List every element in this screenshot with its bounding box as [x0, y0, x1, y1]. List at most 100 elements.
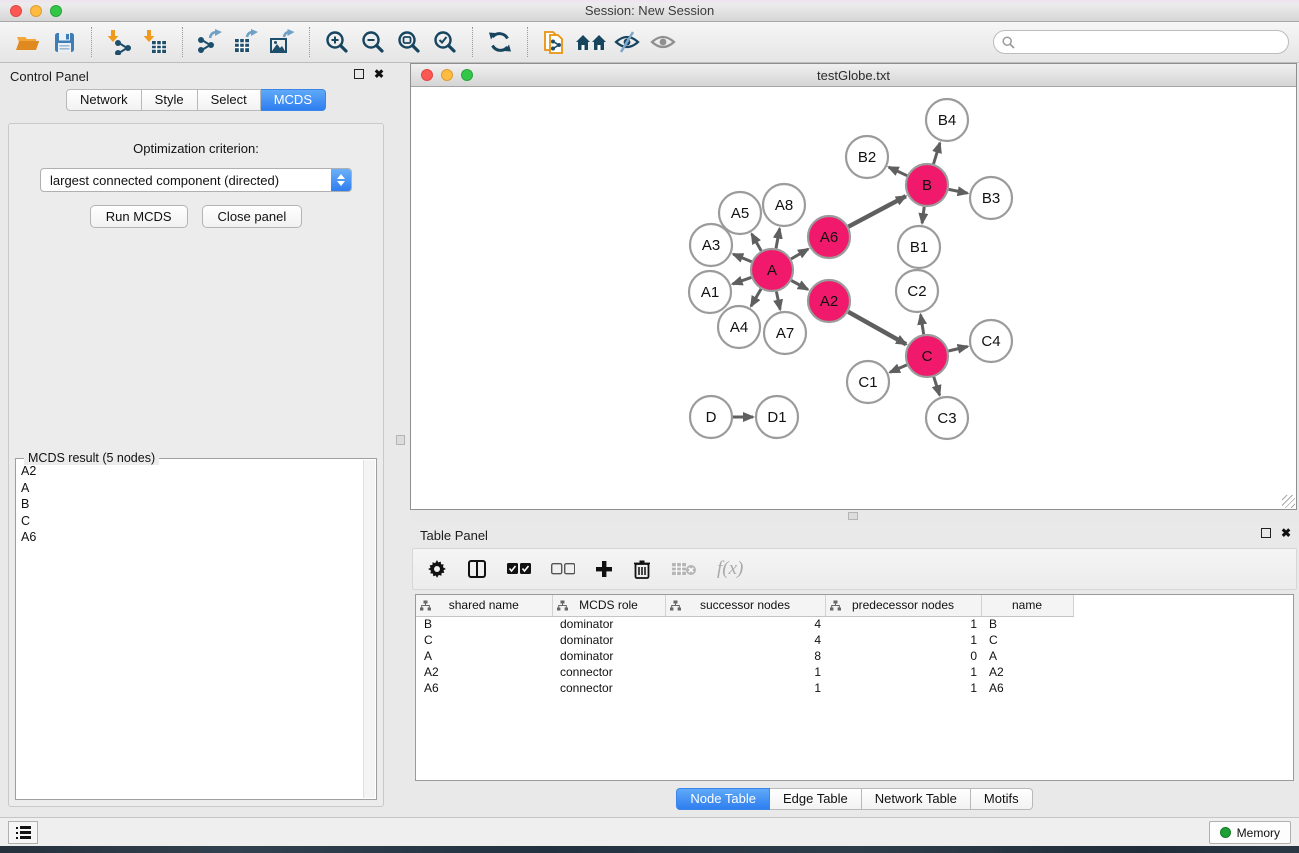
tab-network-table[interactable]: Network Table: [862, 788, 971, 810]
close-panel-icon[interactable]: ✖: [374, 69, 384, 79]
zoom-in-button[interactable]: [319, 26, 355, 58]
tab-style[interactable]: Style: [142, 89, 198, 111]
column-header-predecessor-nodes[interactable]: predecessor nodes: [825, 595, 981, 616]
table-cell[interactable]: C: [416, 632, 552, 648]
add-row-button[interactable]: [595, 554, 613, 584]
table-cell[interactable]: 1: [665, 680, 825, 696]
table-cell[interactable]: 8: [665, 648, 825, 664]
column-header-shared-name[interactable]: shared name: [416, 595, 552, 616]
graph-edge-C-C2[interactable]: [921, 315, 924, 335]
network-canvas[interactable]: A5A8A3A1A4A7AA6A2B2B4B3B1BC2C4C1C3CDD1: [411, 87, 1296, 509]
export-image-button[interactable]: [264, 26, 300, 58]
deselect-all-button[interactable]: [551, 554, 575, 584]
table-row[interactable]: Bdominator41B: [416, 616, 1073, 632]
result-item[interactable]: A: [21, 480, 363, 497]
window-resize-grip[interactable]: [1282, 495, 1295, 508]
graph-edge-A2-C[interactable]: [848, 312, 906, 345]
close-panel-button[interactable]: Close panel: [202, 205, 303, 228]
table-cell[interactable]: A2: [981, 664, 1073, 680]
tab-node-table[interactable]: Node Table: [676, 788, 770, 810]
function-builder-button[interactable]: f(x): [717, 554, 743, 584]
mcds-result-list[interactable]: A2ABCA6: [17, 463, 363, 798]
table-cell[interactable]: C: [981, 632, 1073, 648]
save-session-button[interactable]: [46, 26, 82, 58]
table-cell[interactable]: 4: [665, 616, 825, 632]
zoom-selected-button[interactable]: [427, 26, 463, 58]
table-row[interactable]: Cdominator41C: [416, 632, 1073, 648]
table-cell[interactable]: A6: [981, 680, 1073, 696]
table-cell[interactable]: 1: [825, 632, 981, 648]
float-panel-icon[interactable]: [354, 69, 364, 79]
table-row[interactable]: A6connector11A6: [416, 680, 1073, 696]
table-cell[interactable]: B: [981, 616, 1073, 632]
table-cell[interactable]: 1: [825, 680, 981, 696]
table-row[interactable]: Adominator80A: [416, 648, 1073, 664]
table-row[interactable]: A2connector11A2: [416, 664, 1073, 680]
home-button[interactable]: [573, 26, 609, 58]
import-table-button[interactable]: [137, 26, 173, 58]
graph-edge-A-A4[interactable]: [751, 289, 761, 306]
hide-graphics-details-button[interactable]: [609, 26, 645, 58]
vertical-split-divider[interactable]: [392, 63, 410, 817]
search-input[interactable]: [1020, 35, 1288, 49]
export-table-button[interactable]: [228, 26, 264, 58]
table-cell[interactable]: B: [416, 616, 552, 632]
graph-edge-A-A1[interactable]: [733, 277, 752, 284]
column-header-MCDS-role[interactable]: MCDS role: [552, 595, 665, 616]
memory-button[interactable]: Memory: [1209, 821, 1291, 844]
show-graphics-details-button[interactable]: [645, 26, 681, 58]
graph-edge-A-A3[interactable]: [733, 254, 751, 262]
tab-edge-table[interactable]: Edge Table: [770, 788, 862, 810]
clone-network-button[interactable]: [537, 26, 573, 58]
tab-select[interactable]: Select: [198, 89, 261, 111]
graph-edge-A-A2[interactable]: [791, 281, 808, 290]
table-cell[interactable]: 4: [665, 632, 825, 648]
split-grip[interactable]: [396, 435, 405, 445]
table-cell[interactable]: dominator: [552, 616, 665, 632]
table-cell[interactable]: connector: [552, 664, 665, 680]
graph-edge-C-C1[interactable]: [890, 365, 907, 372]
graph-edge-C-C3[interactable]: [934, 377, 940, 395]
graph-edge-B-B2[interactable]: [889, 167, 907, 176]
graph-edge-C-C4[interactable]: [948, 347, 967, 352]
delete-row-button[interactable]: [633, 554, 651, 584]
network-window-titlebar[interactable]: testGlobe.txt: [411, 64, 1296, 87]
result-scrollbar[interactable]: [363, 460, 375, 798]
result-item[interactable]: A2: [21, 463, 363, 480]
search-field[interactable]: [993, 30, 1289, 54]
import-network-button[interactable]: [101, 26, 137, 58]
table-cell[interactable]: 0: [825, 648, 981, 664]
criterion-dropdown[interactable]: largest connected component (directed): [40, 168, 352, 192]
graph-edge-A-A8[interactable]: [776, 229, 780, 249]
table-cell[interactable]: A: [981, 648, 1073, 664]
graph-edge-A6-B[interactable]: [848, 196, 905, 227]
result-item[interactable]: C: [21, 513, 363, 530]
table-cell[interactable]: 1: [825, 616, 981, 632]
table-cell[interactable]: A2: [416, 664, 552, 680]
select-all-button[interactable]: [507, 554, 531, 584]
tab-network[interactable]: Network: [66, 89, 142, 111]
zoom-fit-button[interactable]: [391, 26, 427, 58]
table-cell[interactable]: dominator: [552, 632, 665, 648]
column-header-name[interactable]: name: [981, 595, 1073, 616]
table-settings-button[interactable]: [427, 554, 447, 584]
float-panel-icon[interactable]: [1261, 528, 1271, 538]
graph-edge-A-A6[interactable]: [791, 249, 808, 259]
open-session-button[interactable]: [10, 26, 46, 58]
result-item[interactable]: A6: [21, 529, 363, 546]
table-cell[interactable]: connector: [552, 680, 665, 696]
result-item[interactable]: B: [21, 496, 363, 513]
graph-edge-B-B3[interactable]: [949, 189, 968, 193]
graph-edge-A-A5[interactable]: [752, 234, 762, 251]
split-grip[interactable]: [848, 512, 858, 520]
graph-edge-B-B4[interactable]: [934, 143, 940, 164]
table-cell[interactable]: 1: [825, 664, 981, 680]
table-cell[interactable]: A6: [416, 680, 552, 696]
close-panel-icon[interactable]: ✖: [1281, 528, 1291, 538]
show-columns-button[interactable]: [467, 554, 487, 584]
delete-table-button[interactable]: [671, 554, 697, 584]
export-network-button[interactable]: [192, 26, 228, 58]
graph-edge-A-A7[interactable]: [776, 292, 780, 310]
refresh-button[interactable]: [482, 26, 518, 58]
column-header-successor-nodes[interactable]: successor nodes: [665, 595, 825, 616]
